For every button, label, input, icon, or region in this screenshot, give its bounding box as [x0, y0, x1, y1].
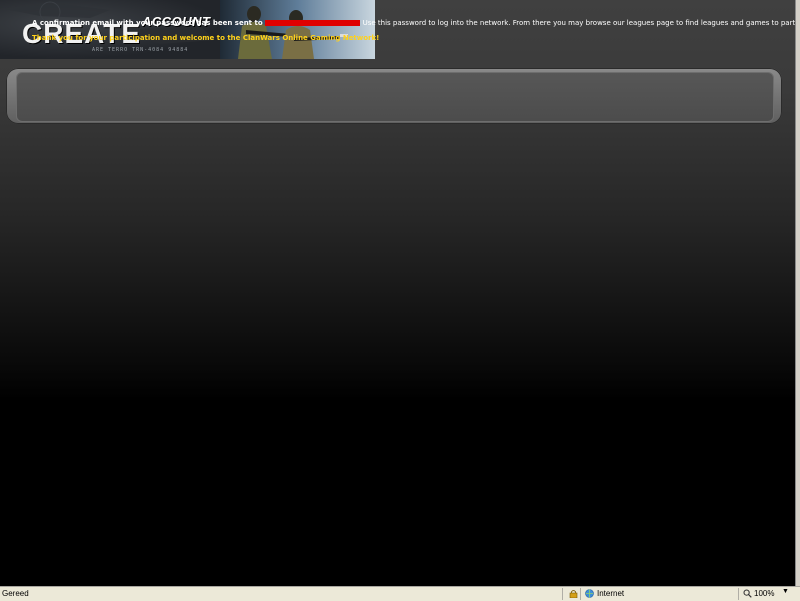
security-zone-label: Internet [597, 589, 625, 598]
confirmation-message-suffix: Use this password to log into the networ… [362, 19, 800, 27]
browser-viewport: CREATE ACCOUNT ARE TERRO TRN-4084 94884 [0, 0, 800, 586]
status-separator [738, 588, 739, 600]
zoom-level[interactable]: 100% [754, 589, 774, 598]
status-text: Gereed [2, 589, 29, 598]
soldier-figures-image [220, 0, 375, 59]
confirmation-message-prefix: A confirmation email with your password … [32, 19, 263, 27]
zoom-magnifier-icon[interactable] [743, 589, 752, 598]
vertical-scrollbar[interactable] [795, 0, 800, 586]
zoom-dropdown-icon[interactable]: ▼ [782, 588, 789, 595]
security-lock-icon[interactable] [569, 589, 578, 598]
confirmation-panel [6, 68, 782, 124]
status-separator [562, 588, 563, 600]
banner-small-text: ARE TERRO TRN-4084 94884 [92, 47, 189, 53]
redacted-email [264, 20, 360, 26]
status-separator [580, 588, 581, 600]
confirmation-message: A confirmation email with your password … [32, 19, 800, 27]
status-bar: Gereed Internet 100% ▼ [0, 586, 800, 601]
internet-globe-icon [585, 589, 594, 598]
confirmation-panel-inner [16, 72, 774, 122]
create-account-banner: CREATE ACCOUNT ARE TERRO TRN-4084 94884 [0, 0, 375, 59]
welcome-message: Thank you for your participation and wel… [32, 34, 380, 42]
